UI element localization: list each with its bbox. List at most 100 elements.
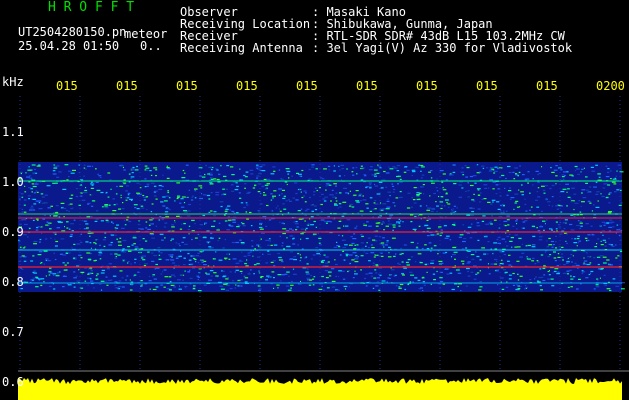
noise-speck bbox=[235, 182, 238, 184]
noise-speck bbox=[492, 201, 494, 203]
noise-speck bbox=[496, 201, 500, 203]
noise-speck bbox=[241, 251, 243, 253]
noise-speck bbox=[247, 254, 251, 256]
noise-speck bbox=[99, 283, 102, 285]
noise-speck bbox=[309, 196, 311, 199]
noise-speck bbox=[377, 164, 379, 166]
noise-speck bbox=[229, 288, 233, 290]
noise-speck bbox=[310, 204, 314, 206]
noise-speck bbox=[124, 224, 127, 226]
noise-speck bbox=[241, 272, 243, 274]
noise-speck bbox=[325, 256, 329, 258]
noise-speck bbox=[577, 220, 580, 222]
noise-speck bbox=[226, 165, 230, 167]
noise-speck bbox=[421, 247, 424, 250]
noise-speck bbox=[381, 222, 385, 224]
noise-speck bbox=[21, 208, 23, 210]
noise-speck bbox=[342, 201, 347, 203]
noise-speck bbox=[117, 241, 122, 243]
noise-speck bbox=[410, 256, 414, 258]
noise-speck bbox=[31, 191, 33, 193]
noise-speck bbox=[29, 177, 33, 179]
noise-speck bbox=[206, 273, 210, 275]
noise-speck bbox=[314, 205, 317, 207]
count: 0.. bbox=[140, 39, 162, 53]
noise-speck bbox=[613, 183, 617, 185]
noise-speck bbox=[267, 250, 270, 252]
noise-speck bbox=[583, 257, 585, 259]
noise-speck bbox=[131, 169, 135, 171]
noise-speck bbox=[581, 272, 584, 274]
noise-speck bbox=[616, 229, 621, 231]
noise-speck bbox=[582, 271, 586, 273]
noise-speck bbox=[539, 236, 543, 238]
noise-speck bbox=[163, 226, 167, 228]
noise-speck bbox=[354, 244, 356, 246]
noise-speck bbox=[299, 254, 301, 256]
noise-speck bbox=[215, 251, 217, 253]
noise-speck bbox=[213, 178, 217, 180]
noise-speck bbox=[475, 251, 477, 253]
noise-speck bbox=[513, 208, 515, 210]
noise-speck bbox=[86, 216, 90, 218]
noise-speck bbox=[369, 210, 373, 212]
noise-speck bbox=[412, 171, 416, 173]
noise-speck bbox=[563, 264, 566, 266]
noise-speck bbox=[273, 265, 276, 267]
noise-speck bbox=[430, 250, 432, 252]
noise-speck bbox=[315, 168, 318, 170]
noise-speck bbox=[194, 188, 198, 190]
noise-speck bbox=[505, 241, 507, 243]
noise-speck bbox=[134, 207, 137, 209]
noise-speck bbox=[560, 256, 564, 258]
noise-speck bbox=[518, 171, 521, 173]
noise-speck bbox=[213, 272, 217, 274]
noise-speck bbox=[162, 196, 166, 198]
noise-speck bbox=[197, 278, 199, 281]
noise-speck bbox=[126, 197, 130, 199]
noise-speck bbox=[189, 269, 191, 271]
noise-speck bbox=[23, 211, 27, 213]
noise-speck bbox=[143, 199, 146, 201]
noise-speck bbox=[182, 169, 185, 172]
noise-speck bbox=[140, 205, 144, 207]
noise-speck bbox=[339, 219, 342, 221]
noise-speck bbox=[498, 167, 503, 169]
noise-speck bbox=[497, 236, 501, 239]
noise-speck bbox=[187, 271, 191, 273]
noise-speck bbox=[595, 206, 600, 208]
noise-speck bbox=[396, 165, 401, 167]
noise-speck bbox=[409, 271, 413, 273]
noise-speck bbox=[380, 242, 385, 244]
noise-speck bbox=[445, 251, 448, 254]
noise-speck bbox=[293, 273, 297, 275]
noise-speck bbox=[102, 239, 106, 241]
noise-speck bbox=[550, 167, 552, 169]
noise-speck bbox=[258, 289, 261, 291]
noise-speck bbox=[169, 209, 171, 211]
noise-speck bbox=[110, 221, 113, 223]
noise-speck bbox=[277, 287, 279, 289]
noise-speck bbox=[500, 212, 505, 214]
noise-speck bbox=[126, 219, 129, 221]
noise-speck bbox=[144, 263, 148, 265]
noise-speck bbox=[166, 177, 170, 179]
noise-speck bbox=[550, 229, 553, 231]
noise-speck bbox=[393, 167, 398, 169]
noise-speck bbox=[472, 207, 475, 209]
noise-speck bbox=[40, 193, 44, 195]
noise-speck bbox=[480, 192, 482, 194]
noise-speck bbox=[245, 202, 248, 204]
noise-speck bbox=[409, 281, 412, 283]
noise-speck bbox=[222, 188, 225, 190]
noise-speck bbox=[433, 192, 436, 195]
noise-speck bbox=[259, 169, 262, 171]
noise-speck bbox=[370, 244, 373, 246]
noise-speck bbox=[372, 264, 376, 267]
noise-speck bbox=[252, 187, 256, 189]
noise-speck bbox=[107, 279, 112, 281]
noise-speck bbox=[121, 286, 125, 288]
noise-speck bbox=[551, 205, 553, 207]
noise-speck bbox=[225, 188, 228, 190]
noise-speck bbox=[540, 254, 544, 256]
